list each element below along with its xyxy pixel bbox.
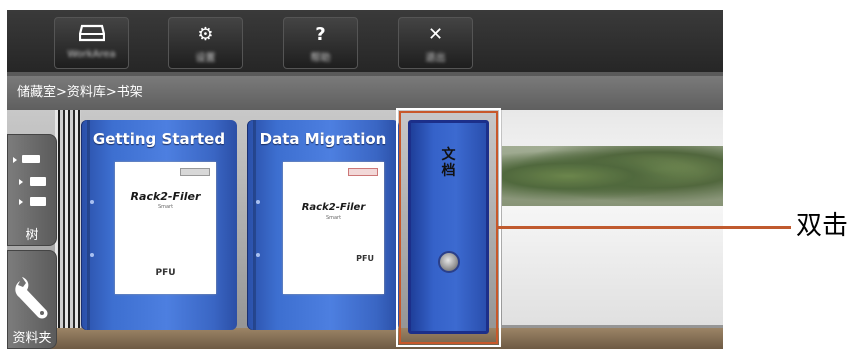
close-button-label: 退出 [425,53,446,64]
rack2-filer-logo: Rack2-Filer [301,202,366,213]
binder-rivet [256,253,260,257]
brand-logo: PFU [356,254,374,263]
binder-rivet [256,200,260,204]
settings-button[interactable]: ⚙ 设置 [168,17,243,69]
question-icon: ? [315,24,326,45]
binder-rivet [90,253,94,257]
label-tag [348,168,378,176]
close-button[interactable]: ✕ 退出 [398,17,473,69]
window-background [502,110,723,325]
binder-cover-label: Rack2-Filer Smart PFU [283,162,384,294]
workarea-button-label: WorkArea [67,49,116,60]
binder-ring-icon [438,251,460,273]
binder-spine [87,120,90,330]
breadcrumb: 储藏室>资料库>书架 [7,76,723,110]
bookshelf: 树 资料夹 Getting Started Rack2-Filer Smart … [7,110,723,349]
brand-logo: PFU [155,268,176,278]
toolbar: WorkArea ⚙ 设置 ? 帮助 ✕ 退出 [7,10,723,72]
settings-button-label: 设置 [195,53,216,64]
document-title-line1: 文 [441,147,456,163]
binder-cover-label: Rack2-Filer Smart PFU [115,162,216,294]
wrench-icon [10,275,54,327]
binder-title: Getting Started [92,130,226,148]
document-binder-title: 文 档 [411,147,486,179]
binder-spine [253,120,256,330]
binder-getting-started[interactable]: Getting Started Rack2-Filer Smart PFU [81,120,237,330]
folder-tab-label: 资料夹 [12,331,52,346]
tray-icon [55,24,128,46]
binder-data-migration[interactable]: Data Migration Rack2-Filer Smart PFU [247,120,399,330]
app-window: WorkArea ⚙ 设置 ? 帮助 ✕ 退出 储藏室>资料库>书架 树 资料夹… [7,10,723,349]
logo-subtitle: Smart [157,204,174,210]
plant-decoration [502,146,723,206]
binder-rivet [90,200,94,204]
shelf-board [7,328,723,349]
help-button[interactable]: ? 帮助 [283,17,358,69]
shelf-posts [55,110,81,332]
binder-title: Data Migration [259,130,387,148]
callout-line [497,226,791,229]
tree-tab[interactable]: 树 [7,134,57,246]
logo-subtitle: Smart [325,215,342,221]
document-binder[interactable]: 文 档 [408,120,489,334]
tree-tab-label: 树 [25,228,39,243]
rack2-filer-logo: Rack2-Filer [130,190,201,203]
document-title-line2: 档 [441,163,456,179]
gear-icon: ⚙ [197,24,214,45]
workarea-button[interactable]: WorkArea [54,17,129,69]
callout-label: 双击 [796,211,849,241]
label-tag [180,168,210,176]
close-icon: ✕ [427,24,444,45]
help-button-label: 帮助 [310,53,331,64]
folder-tab[interactable]: 资料夹 [7,250,57,349]
